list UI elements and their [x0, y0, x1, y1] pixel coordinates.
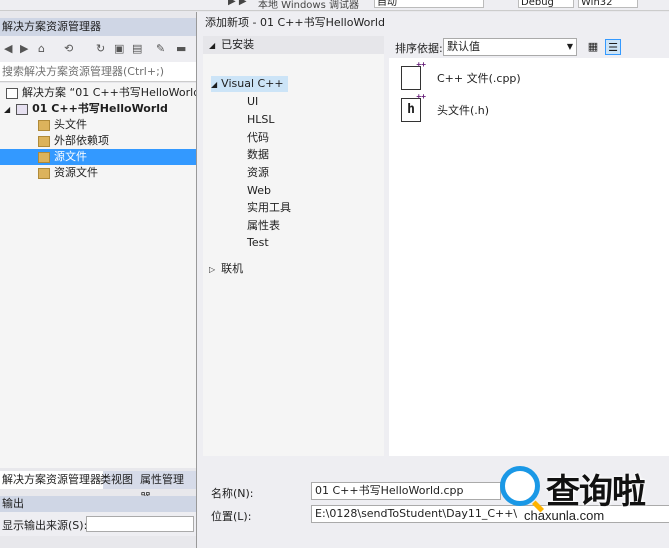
home-icon[interactable]: ⌂	[38, 42, 45, 55]
category-visual-cpp[interactable]: ◢ Visual C++	[211, 76, 288, 92]
subcategory-utility[interactable]: 实用工具	[247, 200, 291, 216]
preview-icon[interactable]: ▬	[176, 42, 186, 55]
solution-explorer-toolbar: ◀ ▶ ⌂ ⟲ ↻ ▣ ▤ ✎ ▬	[0, 36, 196, 63]
name-label: 名称(N):	[211, 487, 254, 500]
folder-icon	[38, 119, 50, 131]
output-toolbar: 显示输出来源(S):	[0, 512, 196, 536]
category-panel: ◢ 已安装 ◢ Visual C++ UI HLSL 代码 数据 资源 Web 实用…	[203, 36, 384, 456]
online-header[interactable]: ▷ 联机	[209, 261, 243, 277]
platform-select[interactable]: Win32	[578, 0, 638, 8]
tree-item-solution[interactable]: 解决方案 “01 C++书写HelloWorld”	[0, 85, 206, 101]
tree-item-project[interactable]: ◢ 01 C++书写HelloWorld	[0, 101, 200, 117]
main-toolbar: ▶ ▶ 本地 Windows 调试器 自动 Debug Win32	[0, 0, 669, 11]
refresh-icon[interactable]: ↻	[96, 42, 105, 55]
subcategory-data[interactable]: 数据	[247, 147, 269, 163]
forward-icon[interactable]: ▶	[20, 42, 28, 55]
chevron-down-icon: ▼	[566, 42, 573, 51]
run-target-button[interactable]: 本地 Windows 调试器	[258, 0, 359, 10]
properties-icon[interactable]: ✎	[156, 42, 165, 55]
solution-explorer-title: 解决方案资源管理器	[0, 18, 196, 36]
sort-bar: 排序依据: 默认值 ▼ ▦ ☰	[389, 36, 669, 58]
history-icon[interactable]: ⟲	[64, 42, 73, 55]
tab-solution-explorer[interactable]: 解决方案资源管理器	[0, 471, 103, 489]
folder-icon	[38, 167, 50, 179]
solution-tabs: 解决方案资源管理器 类视图 属性管理器	[0, 471, 196, 504]
tab-property-manager[interactable]: 属性管理器	[138, 471, 196, 504]
output-source-label: 显示输出来源(S):	[2, 519, 88, 532]
location-label: 位置(L):	[211, 510, 252, 523]
output-source-select[interactable]	[86, 516, 194, 532]
subcategory-property-sheets[interactable]: 属性表	[247, 218, 280, 234]
template-panel: 排序依据: 默认值 ▼ ▦ ☰ ++ C++ 文件(.cpp) h ++ 头文件(.…	[389, 36, 669, 456]
name-input[interactable]: 01 C++书写HelloWorld.cpp	[311, 482, 501, 500]
tab-class-view[interactable]: 类视图	[98, 471, 135, 489]
show-files-icon[interactable]: ▤	[132, 42, 142, 55]
dialog-title: 添加新项 - 01 C++书写HelloWorld	[197, 12, 669, 34]
solution-search-input[interactable]: 搜索解决方案资源管理器(Ctrl+;)	[0, 62, 196, 82]
list-view-icon[interactable]: ☰	[605, 39, 621, 55]
subcategory-ui[interactable]: UI	[247, 94, 258, 110]
watermark: 查询啦 chaxunla.com	[490, 460, 669, 530]
search-logo-icon	[500, 466, 540, 506]
cpp-file-icon: ++	[401, 61, 426, 90]
sort-label: 排序依据:	[395, 42, 443, 55]
start-debug-icon[interactable]: ▶ ▶	[228, 0, 247, 7]
subcategory-code[interactable]: 代码	[247, 130, 269, 146]
subcategory-test[interactable]: Test	[247, 235, 269, 251]
grid-view-icon[interactable]: ▦	[585, 39, 601, 55]
expand-right-icon: ▷	[209, 265, 216, 274]
expand-icon: ◢	[211, 80, 218, 89]
project-icon	[16, 103, 29, 115]
folder-icon	[38, 151, 50, 163]
back-icon[interactable]: ◀	[4, 42, 12, 55]
header-file-icon: h ++	[401, 93, 426, 122]
expand-icon[interactable]: ◢	[4, 105, 10, 114]
sort-select[interactable]: 默认值 ▼	[443, 38, 577, 56]
solution-icon	[6, 87, 18, 99]
collapse-icon: ◢	[209, 41, 216, 50]
subcategory-resource[interactable]: 资源	[247, 165, 269, 181]
watermark-brand: 查询啦	[546, 472, 646, 512]
subcategory-web[interactable]: Web	[247, 183, 271, 199]
installed-header[interactable]: ◢ 已安装	[203, 36, 384, 54]
solution-tree: 解决方案 “01 C++书写HelloWorld” ◢ 01 C++书写Hello…	[0, 83, 234, 468]
output-title: 输出	[0, 496, 196, 512]
configuration-select[interactable]: Debug	[518, 0, 574, 8]
subcategory-hlsl[interactable]: HLSL	[247, 112, 275, 128]
collapse-all-icon[interactable]: ▣	[114, 42, 124, 55]
folder-icon	[38, 135, 50, 147]
run-mode-select[interactable]: 自动	[374, 0, 484, 8]
watermark-url: chaxunla.com	[524, 508, 605, 523]
